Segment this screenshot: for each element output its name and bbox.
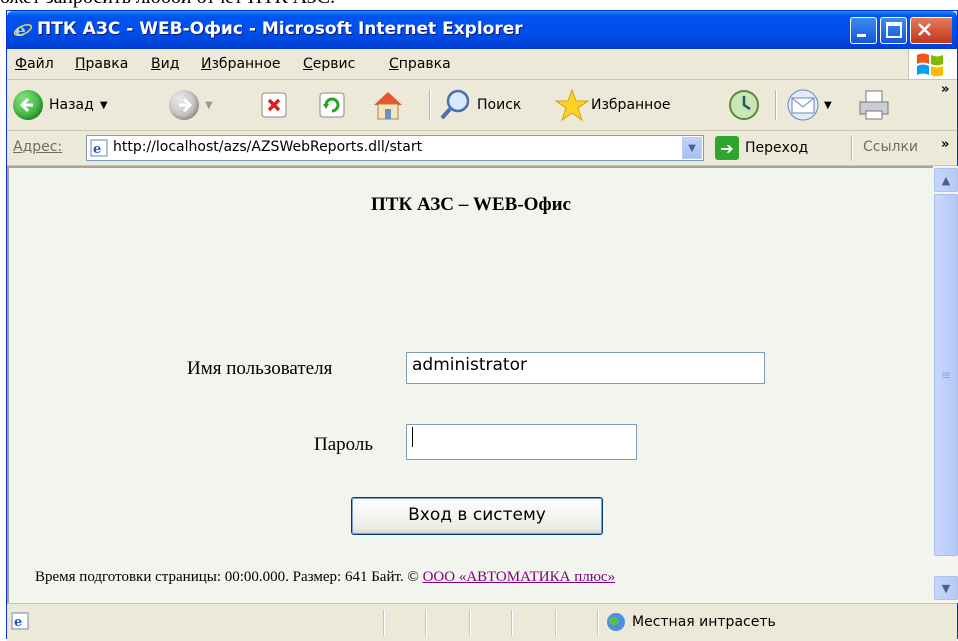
print-button[interactable] — [857, 88, 893, 122]
maximize-button[interactable] — [880, 17, 907, 44]
page-footer: Время подготовки страницы: 00:00.000. Ра… — [35, 569, 615, 586]
address-dropdown-icon[interactable]: ▼ — [682, 137, 702, 159]
refresh-button[interactable] — [317, 88, 347, 122]
menu-help[interactable]: Справка — [389, 56, 451, 72]
go-label: Переход — [745, 140, 809, 156]
company-link[interactable]: ООО «АВТОМАТИКА плюс» — [423, 569, 616, 585]
go-arrow-icon: ➔ — [715, 136, 739, 160]
standard-toolbar: Назад ▼ ▼ Поиск Избранное ▼ » — [7, 80, 957, 131]
vertical-scrollbar[interactable]: ▲ ≡ ▼ — [933, 166, 958, 603]
star-icon — [555, 88, 589, 122]
status-bar: e Местная интрасеть — [7, 603, 957, 641]
windows-logo-icon — [908, 49, 957, 79]
menu-favorites[interactable]: Избранное — [201, 56, 281, 72]
home-icon — [374, 92, 402, 120]
favorites-button[interactable]: Избранное — [555, 88, 671, 122]
username-label: Имя пользователя — [187, 358, 333, 379]
address-bar: Адрес: e http://localhost/azs/AZSWebRepo… — [7, 131, 957, 166]
menu-tools[interactable]: Сервис — [303, 56, 355, 72]
page-content: ПТК АЗС – WEB-Офис Имя пользователя admi… — [7, 166, 933, 603]
home-button[interactable] — [371, 88, 405, 122]
go-button[interactable]: ➔ Переход — [715, 136, 808, 160]
document-text: ожет запросить любой отчет ПТК АЗС. — [0, 0, 958, 10]
stop-button[interactable] — [259, 88, 289, 122]
password-input[interactable] — [406, 424, 637, 460]
zone-label: Местная интрасеть — [632, 614, 776, 630]
address-url: http://localhost/azs/AZSWebReports.dll/s… — [113, 139, 423, 155]
svg-text:e: e — [93, 142, 101, 157]
menu-file[interactable]: Файл — [15, 56, 54, 72]
intranet-globe-icon — [607, 613, 625, 631]
login-button[interactable]: Вход в систему — [351, 497, 603, 535]
ie-logo-icon: e — [13, 21, 33, 40]
search-button[interactable]: Поиск — [439, 88, 521, 122]
status-divider — [511, 610, 512, 636]
security-zone[interactable]: Местная интрасеть — [605, 611, 776, 633]
address-label: Адрес: — [13, 139, 63, 155]
scroll-up-button[interactable]: ▲ — [934, 168, 958, 192]
scroll-down-button[interactable]: ▼ — [934, 576, 958, 600]
mail-icon — [787, 89, 819, 121]
chevron-down-icon[interactable]: ▼ — [205, 100, 213, 111]
refresh-icon — [319, 92, 345, 118]
forward-arrow-icon — [169, 90, 199, 120]
title-bar[interactable]: e ПТК АЗС - WEB-Офис - Microsoft Interne… — [7, 11, 957, 49]
links-button[interactable]: Ссылки — [863, 139, 918, 155]
status-divider — [383, 610, 384, 636]
back-label: Назад — [49, 97, 94, 113]
history-icon — [729, 90, 759, 120]
window-title: ПТК АЗС - WEB-Офис - Microsoft Internet … — [37, 19, 523, 39]
address-separator — [851, 135, 852, 161]
menu-bar: Файл Правка Вид Избранное Сервис Справка — [7, 49, 957, 80]
maximize-icon — [886, 22, 902, 38]
text-caret — [412, 427, 413, 447]
svg-text:e: e — [14, 615, 22, 630]
mail-button[interactable]: ▼ — [785, 88, 832, 122]
status-divider — [555, 610, 556, 636]
username-input[interactable]: administrator — [406, 352, 765, 384]
stop-icon — [261, 92, 287, 118]
status-divider — [469, 610, 470, 636]
browser-window: e ПТК АЗС - WEB-Офис - Microsoft Interne… — [6, 10, 958, 641]
close-button[interactable] — [910, 17, 952, 44]
search-label: Поиск — [477, 97, 522, 113]
menu-view[interactable]: Вид — [151, 56, 179, 72]
toolbar-overflow-button[interactable]: » — [941, 82, 949, 97]
status-divider — [597, 610, 598, 636]
search-icon — [440, 89, 470, 120]
address-input[interactable]: e http://localhost/azs/AZSWebReports.dll… — [86, 135, 704, 161]
scroll-thumb[interactable]: ≡ — [934, 194, 958, 556]
status-divider — [425, 610, 426, 636]
page-title: ПТК АЗС – WEB-Офис — [371, 194, 571, 215]
minimize-button[interactable] — [850, 17, 877, 44]
history-button[interactable] — [727, 88, 761, 122]
footer-text: Время подготовки страницы: 00:00.000. Ра… — [35, 569, 423, 585]
back-arrow-icon — [13, 90, 43, 120]
favorites-label: Избранное — [591, 97, 671, 113]
chevron-down-icon[interactable]: ▼ — [100, 100, 108, 111]
close-icon — [918, 23, 931, 36]
forward-button[interactable]: ▼ — [169, 88, 213, 122]
page-icon: e — [90, 139, 108, 157]
links-overflow-button[interactable]: » — [941, 137, 949, 152]
back-button[interactable]: Назад ▼ — [13, 88, 108, 122]
printer-icon — [859, 90, 889, 120]
toolbar-separator — [775, 90, 776, 120]
menu-edit[interactable]: Правка — [75, 56, 128, 72]
page-status-icon: e — [11, 612, 29, 630]
password-label: Пароль — [314, 434, 374, 455]
chevron-down-icon[interactable]: ▼ — [824, 100, 832, 111]
minimize-icon — [857, 34, 866, 37]
toolbar-separator — [429, 90, 430, 120]
